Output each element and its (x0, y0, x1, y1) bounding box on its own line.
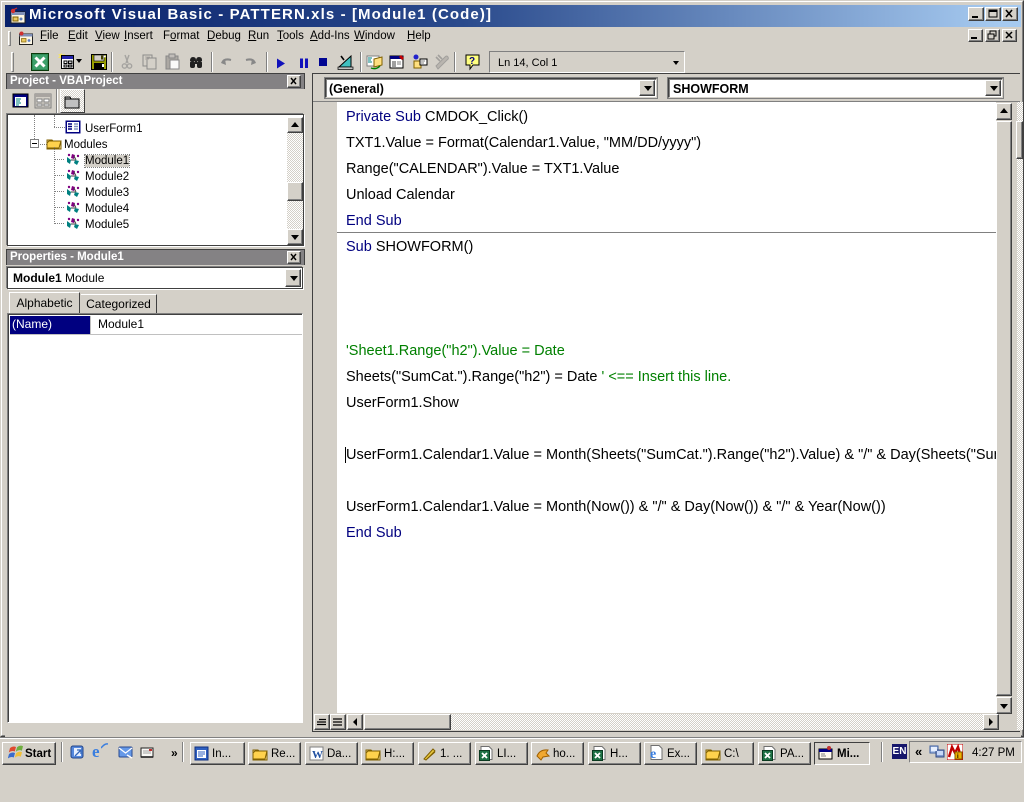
svg-text:?: ? (469, 56, 475, 67)
svg-text:e: e (650, 747, 656, 761)
svg-text:W: W (312, 749, 323, 761)
